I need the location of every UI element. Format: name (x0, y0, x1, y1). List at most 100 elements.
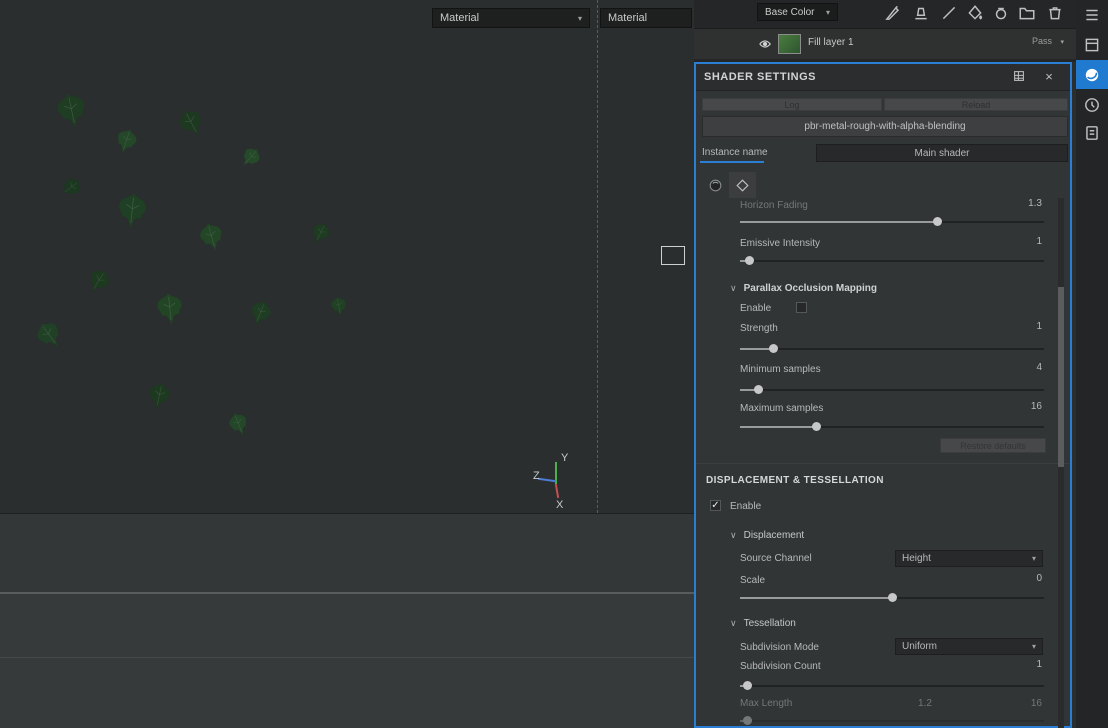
horizon-fading-label: Horizon Fading (740, 200, 808, 211)
restore-defaults-button[interactable]: Restore defaults (940, 438, 1046, 453)
viewport-3d[interactable]: Y Z X Material ▾ Material (0, 0, 694, 728)
gizmo-z-label: Z (533, 470, 540, 482)
reload-button[interactable]: Reload (884, 98, 1068, 111)
layer-name[interactable]: Fill layer 1 (808, 37, 854, 48)
shader-ball-icon (1083, 66, 1101, 84)
log-button[interactable]: Log (702, 98, 882, 111)
tab-shader-params[interactable] (702, 172, 729, 198)
pom-max-samples-slider[interactable] (740, 422, 1044, 431)
slider-knob[interactable] (769, 344, 778, 353)
fill-bucket-icon[interactable] (966, 4, 984, 22)
pom-strength-label: Strength (740, 323, 778, 334)
shader-selector-label: pbr-metal-rough-with-alpha-blending (804, 121, 965, 132)
viewport-marker[interactable] (661, 246, 685, 265)
tessellation-subsection-header[interactable]: ∨ Tessellation (730, 618, 796, 629)
scale-slider[interactable] (740, 593, 1044, 602)
pom-strength-slider[interactable] (740, 344, 1044, 353)
gizmo-y-label: Y (561, 452, 568, 464)
app-window: Y Z X Material ▾ Material Base Color ▾ (0, 0, 1108, 728)
material-dropdown-left-label: Material (440, 12, 479, 24)
pom-min-samples-slider[interactable] (740, 385, 1044, 394)
max-length-slider[interactable] (740, 716, 1044, 725)
material-dropdown-right-label: Material (608, 12, 647, 24)
chevron-down-icon: ∨ (730, 530, 737, 540)
ivy-leaf (53, 171, 87, 205)
subdivision-mode-dropdown[interactable]: Uniform ▾ (895, 638, 1043, 655)
emissive-intensity-value[interactable]: 1 (1036, 236, 1042, 247)
panel-scrollbar-thumb[interactable] (1058, 287, 1064, 467)
source-channel-value: Height (902, 553, 931, 564)
dock-panel-strip-1 (0, 513, 694, 593)
slider-fill (740, 221, 938, 223)
chevron-down-icon: ∨ (730, 618, 737, 628)
tab-displacement[interactable] (729, 172, 756, 198)
ivy-leaf (222, 408, 256, 442)
texture-set-panel-icon[interactable] (1083, 36, 1101, 54)
ivy-leaf (108, 124, 143, 159)
dock-divider-faint (0, 657, 694, 658)
clone-tool-icon[interactable] (992, 4, 1010, 22)
displacement-subsection-header[interactable]: ∨ Displacement (730, 530, 804, 541)
shader-settings-tab-active[interactable] (1076, 60, 1108, 89)
restore-defaults-label: Restore defaults (960, 441, 1026, 451)
slider-knob[interactable] (933, 217, 942, 226)
chevron-down-icon: ▾ (826, 8, 830, 17)
displacement-enable-label: Enable (730, 501, 761, 512)
dock-grid-icon[interactable] (1010, 68, 1028, 84)
material-dropdown-right[interactable]: Material (600, 8, 692, 28)
instance-name-field[interactable]: Main shader (816, 144, 1068, 162)
ivy-leaf (304, 218, 336, 250)
horizon-fading-slider[interactable] (740, 217, 1044, 226)
shader-selector-button[interactable]: pbr-metal-rough-with-alpha-blending (702, 116, 1068, 137)
trash-icon[interactable] (1046, 4, 1064, 22)
max-length-label: Max Length (740, 698, 792, 709)
pom-section-header[interactable]: ∨Parallax Occlusion Mapping (730, 283, 877, 294)
section-divider (696, 463, 1070, 464)
reload-button-label: Reload (962, 100, 991, 110)
panel-title: SHADER SETTINGS (696, 71, 816, 83)
right-dock-strip (1076, 0, 1108, 728)
menu-icon[interactable] (1083, 6, 1101, 24)
line-tool-icon[interactable] (940, 4, 958, 22)
subdivision-mode-label: Subdivision Mode (740, 642, 819, 653)
slider-knob[interactable] (743, 681, 752, 690)
ivy-leaf (110, 190, 154, 234)
source-channel-dropdown[interactable]: Height ▾ (895, 550, 1043, 567)
layer-thumbnail[interactable] (778, 34, 801, 54)
tessellation-subsection-title: Tessellation (744, 618, 796, 629)
slider-knob[interactable] (743, 716, 752, 725)
pen-tool-icon[interactable] (884, 4, 902, 22)
layers-row[interactable]: Fill layer 1 Pass ▾ (694, 28, 1076, 59)
instance-name-value: Main shader (914, 148, 969, 159)
check-icon: ✓ (711, 500, 719, 511)
subdivision-count-slider[interactable] (740, 681, 1044, 690)
displacement-subsection-title: Displacement (744, 530, 805, 541)
pass-dropdown[interactable]: Pass ▾ (1032, 36, 1064, 46)
slider-track (740, 685, 1044, 687)
slider-knob[interactable] (754, 385, 763, 394)
slider-knob[interactable] (812, 422, 821, 431)
visibility-eye-icon[interactable] (757, 37, 773, 51)
pom-strength-value[interactable]: 1 (1036, 321, 1042, 332)
slider-track (740, 720, 1044, 722)
scale-value[interactable]: 0 (1036, 573, 1042, 584)
subdivision-count-value[interactable]: 1 (1036, 659, 1042, 670)
folder-icon[interactable] (1018, 4, 1036, 22)
document-panel-icon[interactable] (1083, 124, 1101, 142)
ivy-leaf (150, 290, 190, 330)
displacement-enable-checkbox[interactable]: ✓ (710, 500, 721, 511)
stamp-tool-icon[interactable] (912, 4, 930, 22)
close-icon[interactable]: × (1040, 68, 1058, 84)
material-dropdown-left[interactable]: Material ▾ (432, 8, 590, 28)
pom-min-samples-value[interactable]: 4 (1036, 362, 1042, 373)
base-color-dropdown[interactable]: Base Color ▾ (757, 3, 838, 21)
pom-max-samples-value[interactable]: 16 (1031, 401, 1042, 412)
horizon-fading-value[interactable]: 1.3 (1028, 198, 1042, 209)
pom-enable-checkbox[interactable] (796, 302, 807, 313)
viewport-leaves (0, 0, 694, 513)
slider-knob[interactable] (745, 256, 754, 265)
history-clock-icon[interactable] (1083, 96, 1101, 114)
emissive-intensity-slider[interactable] (740, 256, 1044, 265)
chevron-down-icon: ▾ (1032, 554, 1036, 563)
slider-knob[interactable] (888, 593, 897, 602)
